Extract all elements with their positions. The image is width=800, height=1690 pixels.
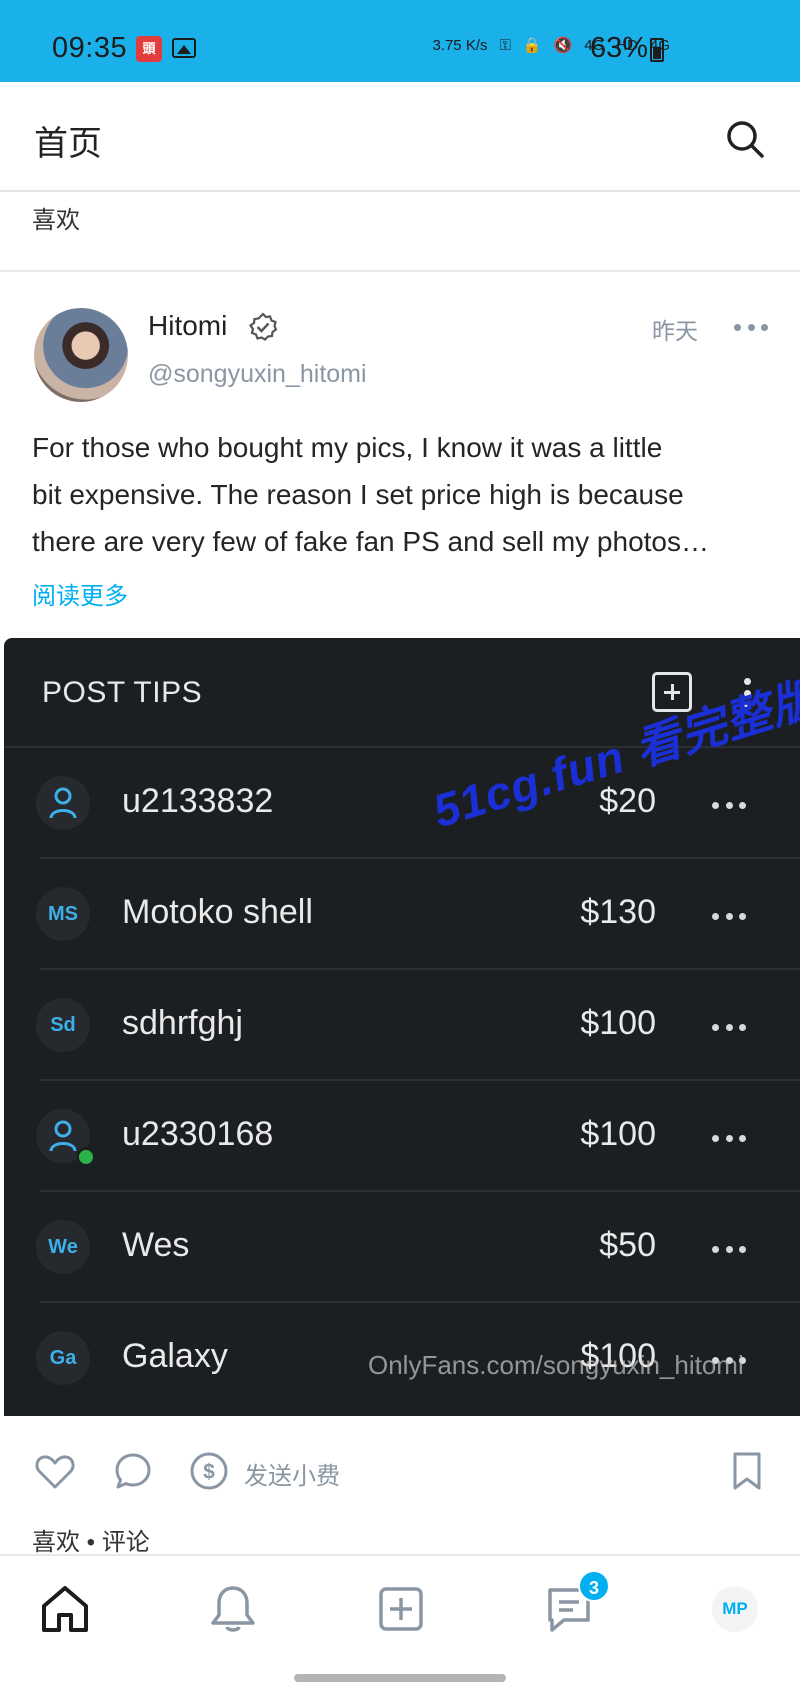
- create-post-icon[interactable]: [374, 1582, 428, 1636]
- post-text-line: there are very few of fake fan PS and se…: [32, 526, 710, 557]
- row-more-icon: [712, 800, 746, 810]
- lock-icon: 🔒: [522, 37, 542, 54]
- author-handle[interactable]: @songyuxin_hitomi: [148, 360, 367, 389]
- user-icon: [49, 1120, 77, 1152]
- online-status-dot: [76, 1147, 96, 1167]
- search-icon[interactable]: [724, 118, 766, 160]
- key-icon: ⚿: [499, 36, 511, 54]
- post-text-line: bit expensive. The reason I set price hi…: [32, 479, 684, 510]
- post-time: 昨天: [652, 318, 698, 344]
- row-more-icon: [712, 1244, 746, 1254]
- tipper-name: u2330168: [122, 1115, 274, 1153]
- row-more-icon: [712, 911, 746, 921]
- messages-badge: 3: [578, 1570, 610, 1602]
- home-indicator[interactable]: [294, 1674, 506, 1682]
- battery-icon: [650, 38, 664, 62]
- user-avatar: [36, 776, 90, 830]
- net-speed: 3.75 K/s: [432, 36, 488, 54]
- tipper-name: Galaxy: [122, 1337, 228, 1375]
- user-icon: [49, 787, 77, 819]
- gallery-notification-icon: [172, 38, 196, 58]
- page-title: 首页: [34, 125, 102, 163]
- post-actions: $ 发送小费 喜欢 • 评论: [0, 1416, 800, 1556]
- post-text-line: For those who bought my pics, I know it …: [32, 432, 663, 463]
- author-name[interactable]: Hitomi: [148, 310, 227, 342]
- tip-row: Sd sdhrfghj $100: [4, 970, 800, 1081]
- profile-avatar[interactable]: MP: [712, 1586, 758, 1632]
- tipper-name: Wes: [122, 1226, 190, 1264]
- user-avatar: [36, 1109, 96, 1167]
- tipper-name: Motoko shell: [122, 893, 313, 931]
- battery-level: 63%: [590, 32, 649, 64]
- tip-amount: $50: [599, 1226, 656, 1264]
- user-avatar: Ga: [36, 1331, 90, 1385]
- send-tip-button[interactable]: 发送小费: [244, 1456, 340, 1491]
- author-avatar[interactable]: [34, 308, 128, 402]
- tip-amount: $100: [580, 1115, 656, 1153]
- user-avatar: We: [36, 1220, 90, 1274]
- tip-amount: $100: [580, 1004, 656, 1042]
- user-avatar: MS: [36, 887, 90, 941]
- news-app-icon: 頭: [136, 36, 162, 62]
- tip-row: u2330168 $100: [4, 1081, 800, 1192]
- verified-badge-icon: [248, 312, 278, 341]
- post-media-image[interactable]: POST TIPS u2133832 $20 MS Motoko shell $…: [4, 638, 800, 1416]
- notifications-bell-icon[interactable]: [206, 1582, 260, 1636]
- post-divider: [0, 270, 800, 272]
- post-stats[interactable]: 喜欢 • 评论: [32, 1522, 150, 1557]
- status-bar: 09:35 頭 3.75 K/s ⚿ 🔒 🔇 4G HD 4G 63%: [0, 0, 800, 82]
- bottom-nav: 3 MP: [0, 1554, 800, 1690]
- tipper-name: u2133832: [122, 782, 274, 820]
- dollar-icon[interactable]: $: [188, 1450, 230, 1492]
- read-more-link[interactable]: 阅读更多: [32, 576, 128, 611]
- onlyfans-watermark: OnlyFans.com/songyuxin_hitomi: [368, 1350, 744, 1380]
- app-header: 首页: [0, 82, 800, 192]
- post-text: For those who bought my pics, I know it …: [32, 424, 772, 565]
- tipper-name: sdhrfghj: [122, 1004, 243, 1042]
- previous-post-likes[interactable]: 喜欢: [32, 200, 80, 235]
- tip-amount: $130: [580, 893, 656, 931]
- row-more-icon: [712, 1022, 746, 1032]
- bookmark-icon[interactable]: [726, 1450, 768, 1492]
- svg-text:$: $: [203, 1461, 215, 1484]
- post-more-icon[interactable]: [734, 322, 768, 332]
- user-avatar: Sd: [36, 998, 90, 1052]
- status-time: 09:35: [52, 32, 128, 64]
- tips-title: POST TIPS: [42, 676, 203, 709]
- comment-icon[interactable]: [112, 1450, 154, 1492]
- tip-row: We Wes $50: [4, 1192, 800, 1303]
- heart-icon[interactable]: [34, 1450, 76, 1492]
- row-more-icon: [712, 1133, 746, 1143]
- tip-row: MS Motoko shell $130: [4, 859, 800, 970]
- home-icon[interactable]: [38, 1582, 92, 1636]
- mute-icon: 🔇: [553, 37, 573, 54]
